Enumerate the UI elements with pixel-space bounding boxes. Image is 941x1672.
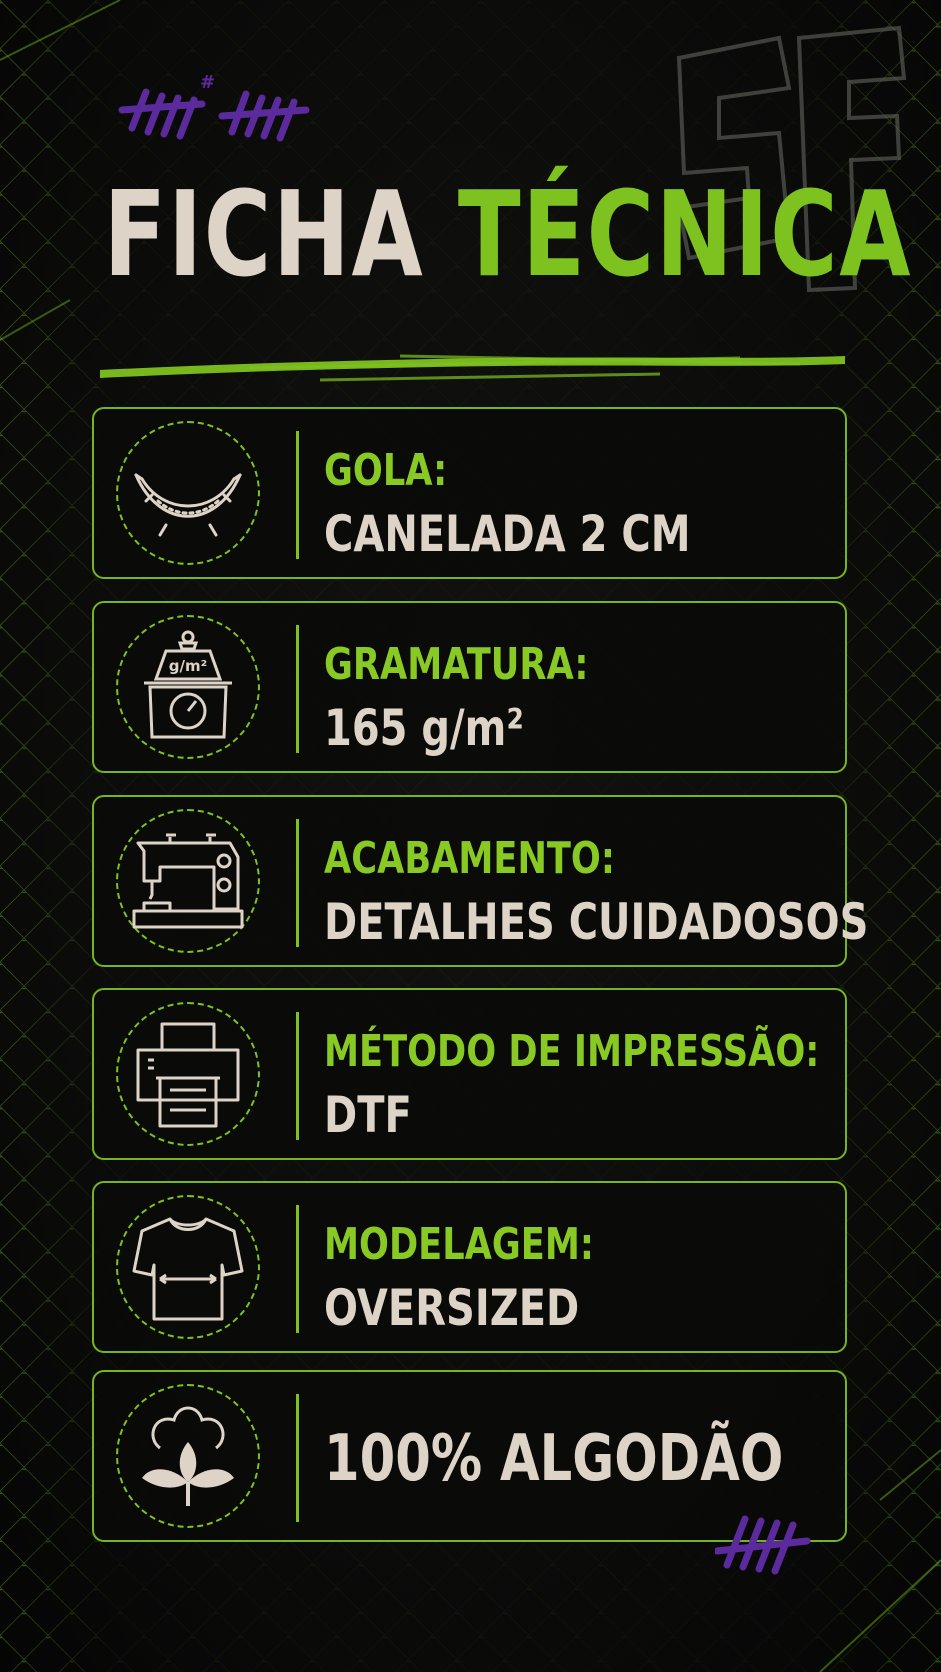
spec-value: 100% ALGODÃO — [324, 1422, 784, 1496]
vertical-divider — [296, 1205, 299, 1333]
spec-value: OVERSIZED — [324, 1279, 580, 1337]
icon-badge — [116, 1195, 260, 1339]
spec-text: GRAMATURA: 165 g/m² — [324, 639, 733, 759]
spec-label: MÉTODO DE IMPRESSÃO: — [324, 1026, 820, 1077]
spec-text: MÉTODO DE IMPRESSÃO: DTF — [324, 1026, 820, 1146]
svg-text:#: # — [200, 72, 215, 93]
spec-text: 100% ALGODÃO — [324, 1422, 784, 1496]
spec-text: GOLA: CANELADA 2 CM — [324, 445, 733, 565]
spec-text: ACABAMENTO: DETALHES CUIDADOSOS — [324, 833, 869, 953]
spec-card-metodo-impressao: MÉTODO DE IMPRESSÃO: DTF — [92, 988, 847, 1160]
title-word-ficha: FICHA — [103, 165, 425, 303]
spec-value: 165 g/m² — [324, 699, 524, 757]
scale-icon: g/m² — [144, 630, 232, 739]
icon-badge — [116, 1002, 260, 1146]
spec-card-acabamento: ACABAMENTO: DETALHES CUIDADOSOS — [92, 795, 869, 967]
spec-label: GOLA: — [324, 445, 448, 496]
sewing-machine-icon — [132, 833, 244, 929]
vertical-divider — [296, 1012, 299, 1140]
spec-label: MODELAGEM: — [324, 1219, 594, 1270]
cotton-icon — [142, 1406, 234, 1506]
brush-stroke-divider — [100, 354, 845, 382]
vertical-divider — [296, 819, 299, 947]
spec-label: GRAMATURA: — [324, 639, 589, 690]
title-word-tecnica: TÉCNICA — [457, 165, 913, 303]
icon-badge — [116, 421, 260, 565]
tally-marks-bottom — [715, 1515, 811, 1575]
tshirt-icon — [132, 1217, 244, 1321]
page-title: FICHA TÉCNICA — [104, 175, 911, 293]
spec-card-gola: GOLA: CANELADA 2 CM — [92, 407, 847, 579]
vertical-divider — [296, 625, 299, 753]
vertical-divider — [296, 1394, 299, 1522]
vertical-divider — [296, 431, 299, 559]
spec-label: ACABAMENTO: — [324, 833, 615, 884]
spec-value: DETALHES CUIDADOSOS — [324, 893, 869, 951]
icon-badge: g/m² — [116, 615, 260, 759]
scale-unit-text: g/m² — [169, 657, 207, 675]
tally-marks-top: # — [118, 72, 310, 142]
spec-card-modelagem: MODELAGEM: OVERSIZED — [92, 1181, 847, 1353]
icon-badge — [116, 809, 260, 953]
icon-badge — [116, 1384, 260, 1528]
collar-icon — [134, 473, 242, 537]
spec-card-gramatura: g/m² GRAMATURA: 165 g/m² — [92, 601, 847, 773]
spec-value: DTF — [324, 1086, 412, 1144]
printer-icon — [136, 1022, 240, 1128]
spec-text: MODELAGEM: OVERSIZED — [324, 1219, 733, 1339]
spec-value: CANELADA 2 CM — [324, 505, 691, 563]
